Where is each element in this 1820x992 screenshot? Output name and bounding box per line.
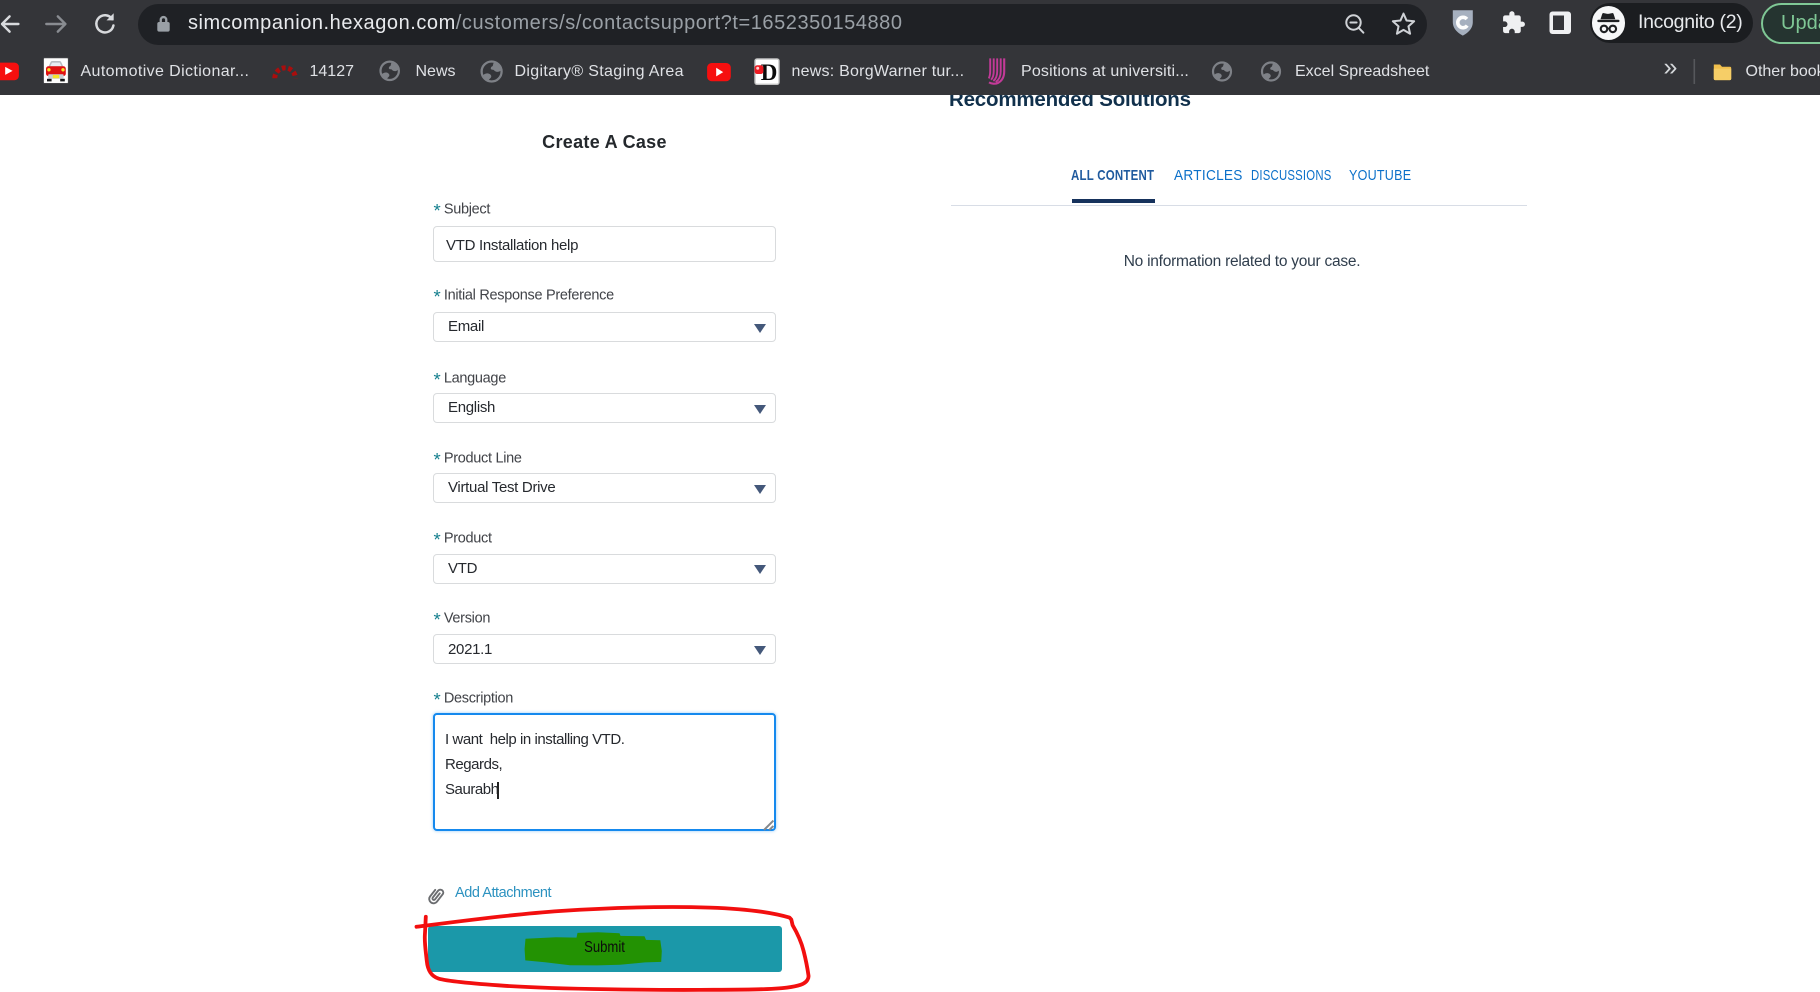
svg-text:D: D [761, 60, 778, 85]
